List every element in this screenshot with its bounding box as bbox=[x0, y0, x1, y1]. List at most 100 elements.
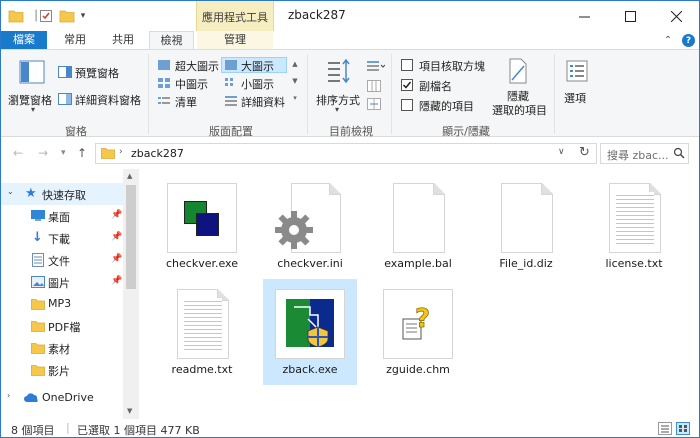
file-name: checkver.exe bbox=[165, 257, 238, 270]
options-button[interactable]: 選項 bbox=[564, 90, 586, 106]
pin-icon[interactable]: 📌 bbox=[111, 254, 122, 264]
layout-scroll-icon[interactable]: ▲ ▼ ▾ bbox=[290, 56, 300, 110]
nav-scrollbar[interactable]: ▲ ▼ bbox=[123, 169, 139, 419]
nav-pane-icon[interactable] bbox=[19, 60, 45, 84]
nav-item-desktop[interactable]: 桌面 📌 bbox=[1, 205, 123, 227]
chevron-down-icon: ▾ bbox=[31, 105, 36, 114]
tab-manage[interactable]: 管理 bbox=[197, 31, 273, 49]
nav-item-documents[interactable]: 文件 📌 bbox=[1, 249, 123, 271]
nav-pane-button[interactable]: 瀏覽窗格 bbox=[8, 92, 52, 108]
file-item[interactable]: license.txt bbox=[587, 173, 681, 279]
context-tab-label: 應用程式工具 bbox=[202, 11, 268, 24]
large-icons-toggle-icon[interactable] bbox=[676, 422, 690, 435]
add-columns-icon[interactable] bbox=[367, 80, 381, 92]
file-item[interactable]: File_id.diz bbox=[479, 173, 573, 279]
search-icon bbox=[673, 147, 685, 159]
group-by-icon[interactable] bbox=[367, 60, 386, 72]
tab-share[interactable]: 共用 bbox=[101, 31, 145, 49]
large-icons-icon bbox=[225, 60, 237, 70]
details-pane-button[interactable]: 詳細資料窗格 bbox=[75, 92, 141, 108]
file-item[interactable]: readme.txt bbox=[155, 279, 249, 385]
collapse-ribbon-icon[interactable]: ⌃ bbox=[662, 34, 674, 46]
file-item[interactable]: checkver.exe bbox=[155, 173, 249, 279]
qa-customize-icon[interactable]: ▾ bbox=[77, 7, 89, 25]
size-columns-icon[interactable] bbox=[367, 98, 381, 110]
nav-item-label: MP3 bbox=[48, 297, 72, 310]
status-bar: 8 個項目 | 已選取 1 個項目 477 KB bbox=[1, 419, 699, 437]
hide-selected-line2[interactable]: 選取的項目 bbox=[492, 102, 547, 118]
nav-item-materials[interactable]: 素材 bbox=[1, 337, 123, 359]
nav-item-label: 下載 bbox=[48, 233, 70, 246]
layout-extra-large[interactable]: 超大圖示 bbox=[175, 58, 219, 74]
nav-item-downloads[interactable]: ↓ 下載 📌 bbox=[1, 227, 123, 249]
up-arrow-icon[interactable]: ↑ bbox=[77, 146, 87, 160]
layout-large[interactable]: 大圖示 bbox=[241, 58, 274, 74]
sort-by-icon[interactable] bbox=[326, 58, 352, 86]
small-icons-icon bbox=[225, 78, 237, 88]
file-item[interactable]: ? zguide.chm bbox=[371, 279, 465, 385]
nav-item-mp3[interactable]: MP3 bbox=[1, 293, 123, 315]
maximize-button[interactable] bbox=[607, 1, 653, 31]
nav-quick-access[interactable]: ⌄ ★ 快速存取 bbox=[1, 183, 123, 205]
nav-item-videos[interactable]: 影片 bbox=[1, 359, 123, 381]
new-folder-icon[interactable] bbox=[58, 7, 76, 25]
tab-file[interactable]: 檔案 bbox=[1, 31, 47, 49]
refresh-icon[interactable]: ↻ bbox=[579, 145, 590, 160]
layout-medium[interactable]: 中圖示 bbox=[175, 76, 208, 92]
nav-item-pictures[interactable]: 圖片 📌 bbox=[1, 271, 123, 293]
group-label-pane: 窗格 bbox=[65, 125, 87, 138]
search-input[interactable]: 搜尋 zbac... bbox=[607, 147, 669, 163]
details-view-icon bbox=[225, 96, 237, 106]
scroll-down-icon[interactable]: ▼ bbox=[127, 407, 132, 415]
scroll-up-icon[interactable]: ▲ bbox=[127, 172, 132, 180]
address-box[interactable]: › zback287 ∨ ↻ bbox=[95, 143, 597, 164]
file-extensions-checkbox[interactable] bbox=[401, 79, 413, 91]
nav-onedrive[interactable]: › OneDrive bbox=[1, 387, 123, 409]
scroll-thumb[interactable] bbox=[126, 185, 136, 289]
pin-icon[interactable]: 📌 bbox=[111, 232, 122, 242]
hide-selected-icon[interactable] bbox=[507, 58, 529, 84]
medium-icons-icon bbox=[158, 78, 170, 88]
breadcrumb-chevron-icon: › bbox=[119, 147, 123, 157]
breadcrumb-path[interactable]: zback287 bbox=[131, 147, 184, 160]
pin-icon[interactable]: 📌 bbox=[111, 210, 122, 220]
nav-item-label: 文件 bbox=[48, 255, 70, 268]
ribbon-separator bbox=[554, 54, 555, 134]
item-checkboxes-checkbox[interactable] bbox=[401, 59, 413, 71]
hidden-items-checkbox[interactable] bbox=[401, 99, 413, 111]
layout-details[interactable]: 詳細資料 bbox=[241, 94, 285, 110]
group-label-current-view: 目前檢視 bbox=[329, 125, 373, 138]
address-dropdown-icon[interactable]: ∨ bbox=[558, 147, 565, 157]
chevron-right-icon[interactable]: › bbox=[7, 391, 10, 400]
options-icon[interactable] bbox=[566, 60, 588, 82]
help-icon[interactable]: ? bbox=[682, 34, 695, 47]
layout-small[interactable]: 小圖示 bbox=[241, 76, 274, 92]
hidden-items-label: 隱藏的項目 bbox=[419, 100, 474, 113]
file-item[interactable]: checkver.ini bbox=[263, 173, 357, 279]
preview-pane-button[interactable]: 預覽窗格 bbox=[75, 65, 119, 81]
tab-view[interactable]: 檢視 bbox=[149, 31, 194, 50]
pin-icon[interactable]: 📌 bbox=[111, 276, 122, 286]
explorer-window: │ ▾ 應用程式工具 zback287 檔案 常用 共用 檢視 管理 ⌃ ? 瀏… bbox=[0, 0, 700, 438]
properties-icon[interactable] bbox=[37, 7, 55, 25]
minimize-button[interactable] bbox=[561, 1, 607, 31]
layout-list[interactable]: 清單 bbox=[175, 94, 197, 110]
tab-home[interactable]: 常用 bbox=[53, 31, 97, 49]
folder-icon bbox=[101, 147, 115, 159]
nav-item-label: 圖片 bbox=[48, 277, 70, 290]
recent-locations-icon[interactable]: ▾ bbox=[61, 148, 66, 158]
back-arrow-icon[interactable]: ← bbox=[13, 146, 23, 160]
details-view-toggle-icon[interactable] bbox=[658, 422, 672, 435]
preview-pane-icon bbox=[58, 66, 72, 78]
file-item-selected[interactable]: zback.exe bbox=[263, 279, 357, 385]
svg-text:?: ? bbox=[415, 305, 430, 334]
group-label-show-hide: 顯示/隱藏 bbox=[442, 125, 490, 138]
chevron-down-icon[interactable]: ⌄ bbox=[7, 187, 14, 196]
forward-arrow-icon[interactable]: → bbox=[38, 146, 48, 160]
close-button[interactable] bbox=[653, 1, 699, 31]
file-item[interactable]: example.bal bbox=[371, 173, 465, 279]
search-box[interactable]: 搜尋 zbac... bbox=[600, 143, 689, 164]
nav-item-label: 桌面 bbox=[48, 211, 70, 224]
ribbon-separator bbox=[307, 54, 308, 134]
nav-item-pdf[interactable]: PDF檔 bbox=[1, 315, 123, 337]
